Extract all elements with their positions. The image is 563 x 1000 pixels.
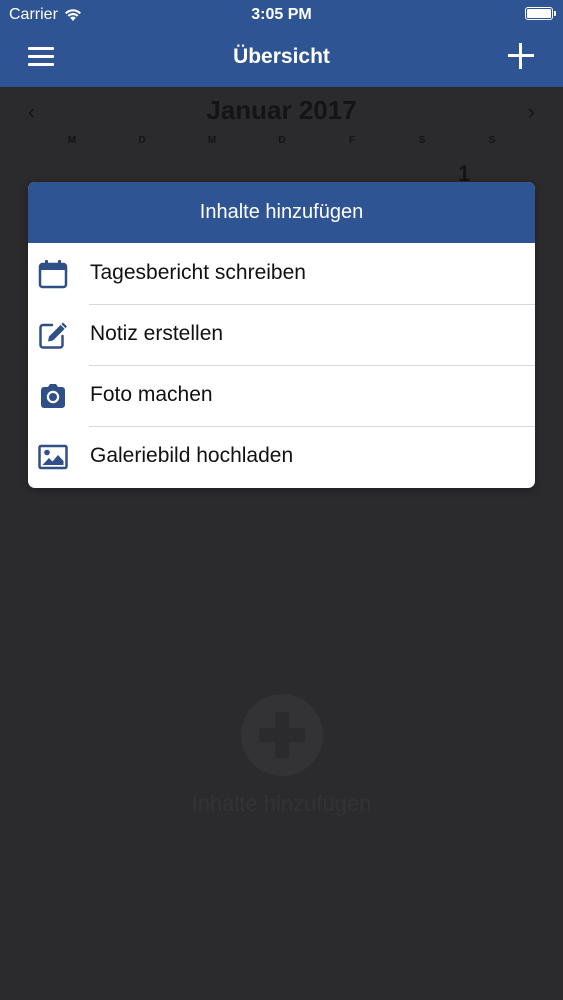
menu-item-upload-gallery-image[interactable]: Galeriebild hochladen (28, 426, 535, 487)
menu-item-label: Galeriebild hochladen (90, 444, 294, 467)
menu-item-label: Notiz erstellen (90, 322, 224, 345)
weekday-label: M (67, 135, 77, 146)
weekday-header: M D M D F S S (62, 135, 502, 146)
menu-item-label: Foto machen (90, 383, 213, 406)
battery-icon (525, 7, 556, 20)
calendar-header: ‹ Januar 2017 › (0, 87, 563, 133)
empty-state-text: Inhalte hinzufügen (191, 791, 372, 816)
status-time: 3:05 PM (251, 6, 312, 23)
weekday-label: D (138, 135, 146, 146)
weekday-label: M (207, 135, 217, 146)
menu-item-daily-report[interactable]: Tagesbericht schreiben (28, 243, 535, 304)
add-content-modal: Inhalte hinzufügen Tagesbericht schreibe… (28, 182, 535, 488)
menu-item-take-photo[interactable]: Foto machen (28, 365, 535, 426)
menu-item-create-note[interactable]: Notiz erstellen (28, 304, 535, 365)
app-header: Carrier 3:05 PM Übersicht (0, 0, 563, 87)
calendar-icon (38, 260, 68, 289)
status-bar: Carrier 3:05 PM (0, 0, 563, 30)
plus-circle-icon[interactable] (241, 694, 323, 776)
image-gallery-icon (38, 444, 68, 470)
edit-note-icon (39, 322, 67, 349)
navigation-bar: Übersicht (0, 30, 563, 87)
weekday-label: S (418, 135, 426, 146)
weekday-label: S (488, 135, 496, 146)
weekday-label: F (348, 135, 356, 146)
weekday-label: D (278, 135, 286, 146)
chevron-right-icon[interactable]: › (528, 99, 535, 125)
month-title: Januar 2017 (206, 95, 357, 125)
modal-title: Inhalte hinzufügen (28, 182, 535, 243)
menu-item-label: Tagesbericht schreiben (90, 261, 306, 284)
page-title: Übersicht (233, 45, 330, 68)
plus-icon[interactable] (507, 42, 535, 70)
camera-icon (41, 384, 65, 408)
